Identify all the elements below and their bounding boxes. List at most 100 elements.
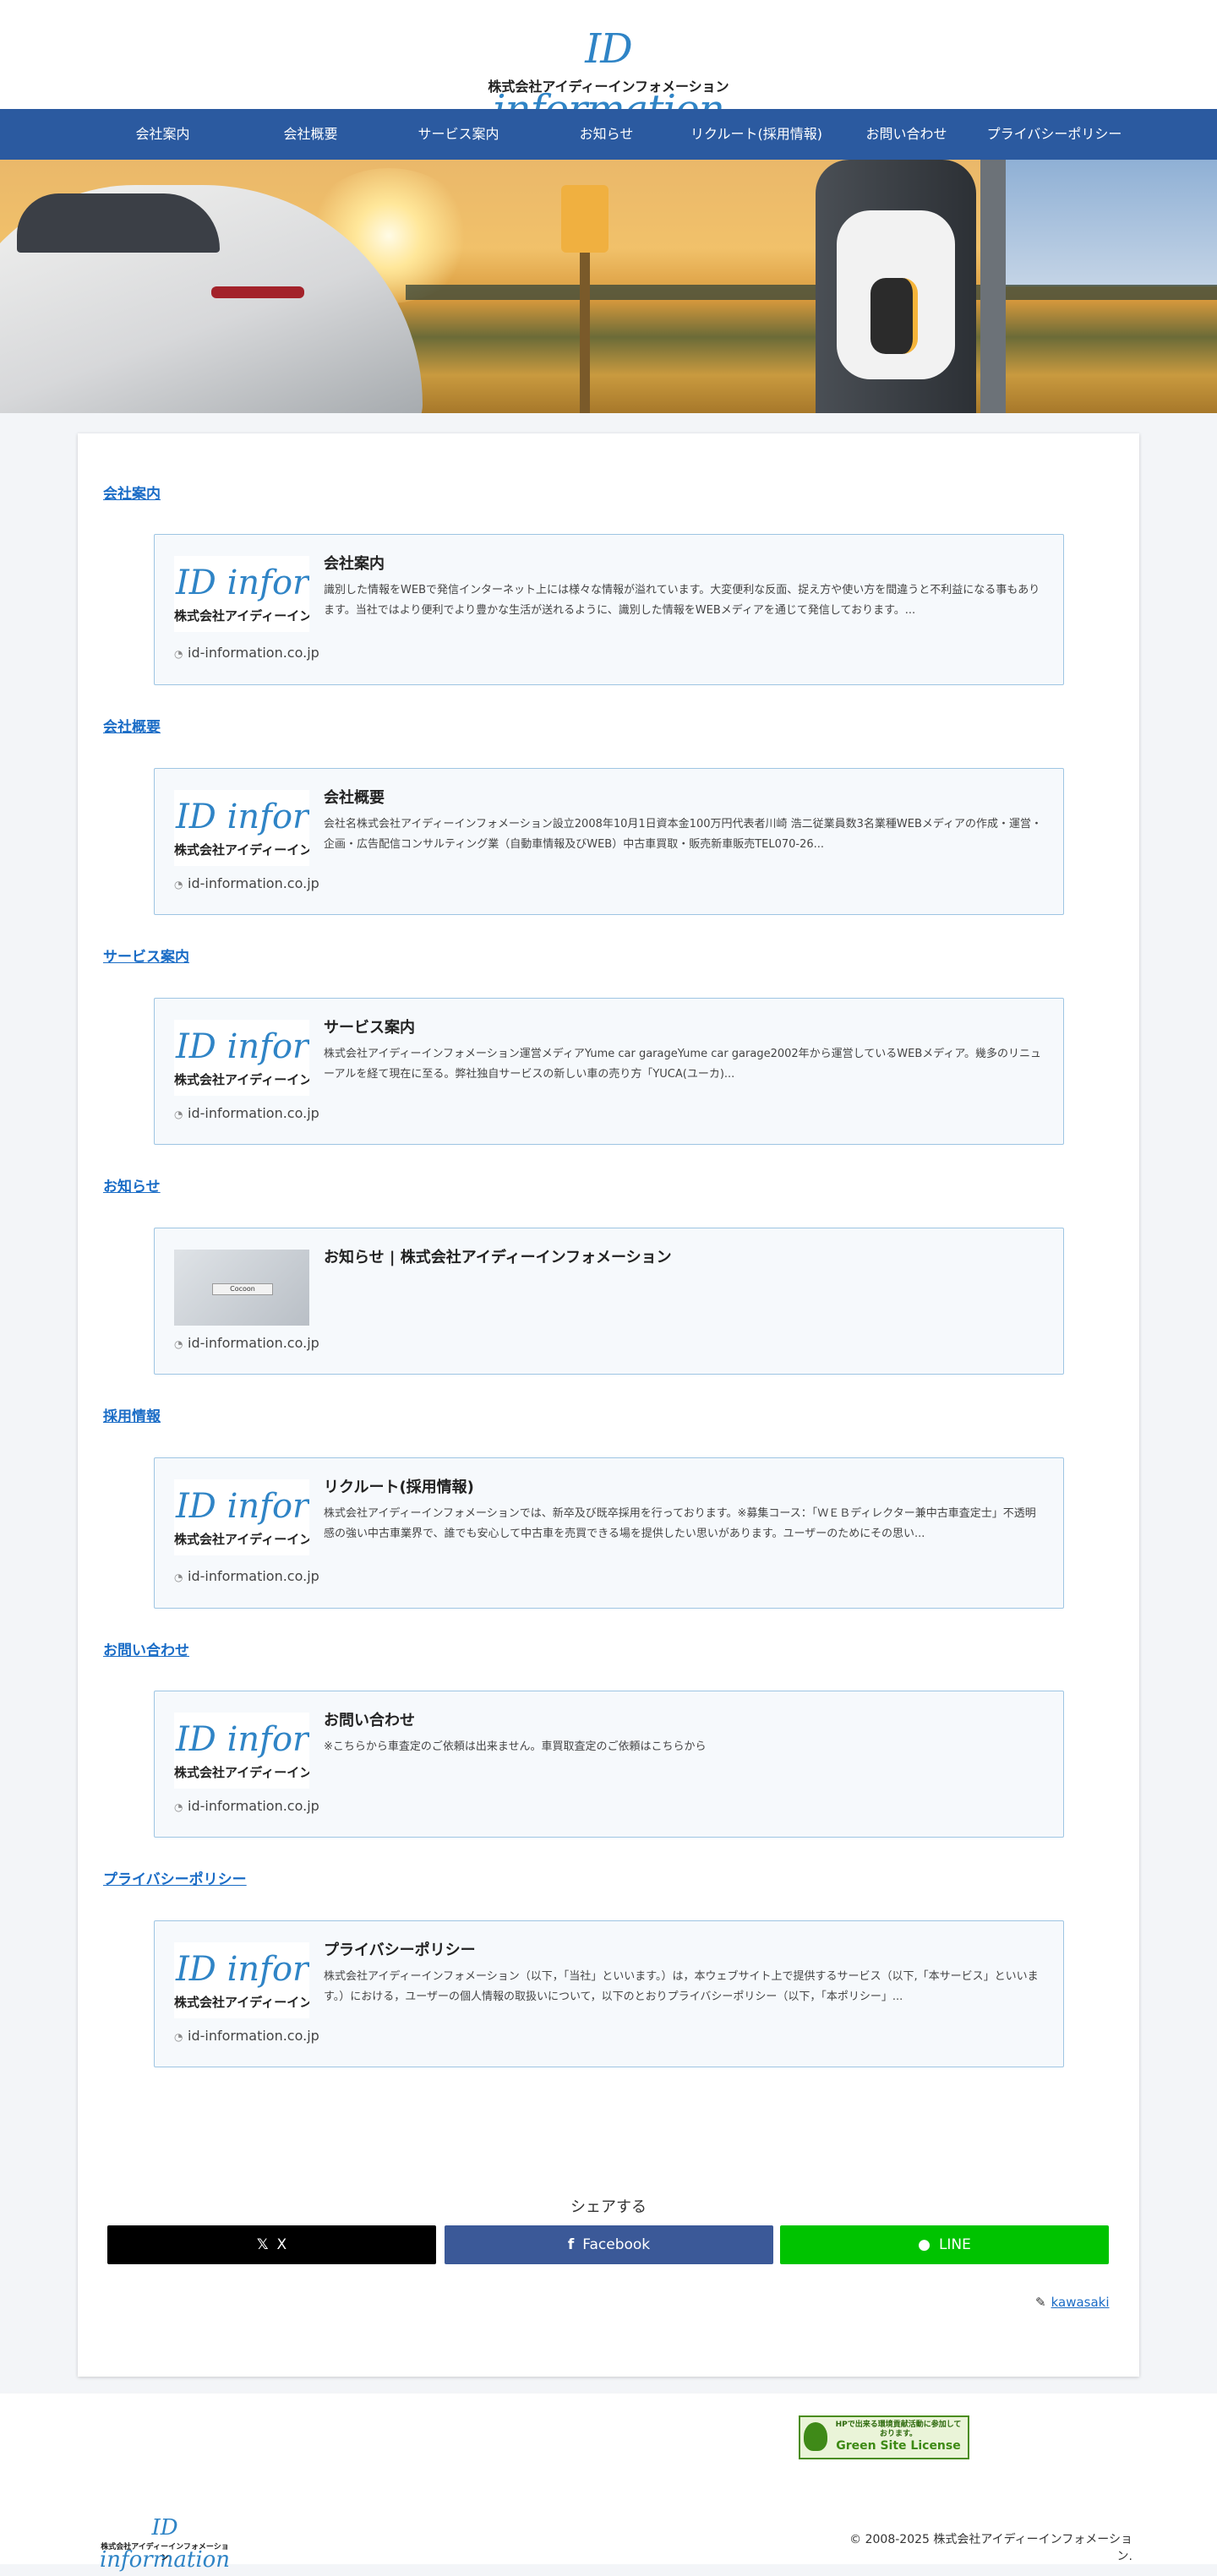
section-heading-company-profile[interactable]: 会社概要 <box>103 715 161 736</box>
blogcard-thumbnail: ID information 株式会社アイディーインフォメーション <box>174 1713 309 1789</box>
logo-script-text: ID information <box>493 25 724 133</box>
thumbnail-logo-sub: 株式会社アイディーインフォメーション <box>174 1995 309 2010</box>
thumbnail-label: Cocoon <box>212 1283 273 1295</box>
hero-ev-plug <box>870 278 918 354</box>
blogcard-company-profile[interactable]: ID information 株式会社アイディーインフォメーション 会社概要 会… <box>154 768 1064 915</box>
favicon-icon: ◔ <box>174 1108 183 1120</box>
favicon-icon: ◔ <box>174 1337 183 1350</box>
share-line-button[interactable]: ● LINE <box>780 2225 1109 2264</box>
thumbnail-logo-sub: 株式会社アイディーインフォメーション <box>174 608 309 624</box>
share-x-button[interactable]: 𝕏X <box>107 2225 436 2264</box>
blogcard-thumbnail: ID information 株式会社アイディーインフォメーション <box>174 1020 309 1096</box>
section-heading-recruit[interactable]: 採用情報 <box>103 1404 161 1425</box>
copyright: © 2008-2025 株式会社アイディーインフォメーション. <box>849 2533 1132 2563</box>
blogcard-excerpt: ※こちらから車査定のご依頼は出来ません。車買取査定のご依頼はこちらから <box>324 1740 707 1753</box>
footer-logo-script: ID information <box>99 2515 231 2573</box>
badge-caption: HPで出来る環境貢献活動に参加しております。 <box>835 2421 962 2438</box>
nav-item-news[interactable]: お知らせ <box>545 109 668 160</box>
blogcard-recruit[interactable]: ID information 株式会社アイディーインフォメーション リクルート(… <box>154 1457 1064 1609</box>
blogcard-excerpt: 会社名株式会社アイディーインフォメーション設立2008年10月1日資本金100万… <box>324 818 1042 851</box>
hero-pole <box>980 160 1006 413</box>
blogcard-domain-text: id-information.co.jp <box>188 1335 319 1351</box>
thumbnail-logo-script: ID information <box>176 564 309 602</box>
share-line-label: LINE <box>938 2236 971 2253</box>
blogcard-excerpt: 株式会社アイディーインフォメーション運営メディアYume car garageY… <box>324 1048 1042 1081</box>
site-header: ID information 株式会社アイディーインフォメーション <box>0 0 1217 133</box>
blogcard-news[interactable]: Cocoon お知らせ | 株式会社アイディーインフォメーション ◔ id-inf… <box>154 1228 1064 1375</box>
section-heading-contact[interactable]: お問い合わせ <box>103 1638 189 1659</box>
blogcard-domain-text: id-information.co.jp <box>188 645 319 661</box>
blogcard-domain-text: id-information.co.jp <box>188 2028 319 2044</box>
blogcard-title: プライバシーポリシー <box>324 1942 476 1959</box>
favicon-icon: ◔ <box>174 2030 183 2043</box>
thumbnail-logo-script: ID information <box>176 798 309 836</box>
thumbnail-logo-sub: 株式会社アイディーインフォメーション <box>174 1072 309 1087</box>
hero-sky <box>1006 160 1217 286</box>
blogcard-title: 会社概要 <box>324 789 385 807</box>
hero-image <box>0 160 1217 413</box>
thumbnail-logo-script: ID information <box>176 1027 309 1066</box>
blogcard-services[interactable]: ID information 株式会社アイディーインフォメーション サービス案内… <box>154 998 1064 1145</box>
nav-item-recruit[interactable]: リクルート(採用情報) <box>676 109 837 160</box>
blogcard-thumbnail: ID information 株式会社アイディーインフォメーション <box>174 1942 309 2018</box>
site-footer: HPで出来る環境貢献活動に参加しております。 Green Site Licens… <box>0 2394 1217 2573</box>
blogcard-domain: ◔ id-information.co.jp <box>174 645 319 661</box>
share-facebook-label: Facebook <box>582 2236 651 2253</box>
blogcard-privacy[interactable]: ID information 株式会社アイディーインフォメーション プライバシー… <box>154 1920 1064 2067</box>
blogcard-company-guide[interactable]: ID information 株式会社アイディーインフォメーション 会社案内 識… <box>154 534 1064 685</box>
author-name: kawasaki <box>1051 2295 1110 2310</box>
hero-car-window <box>17 193 220 253</box>
blogcard-thumbnail: ID information 株式会社アイディーインフォメーション <box>174 556 309 632</box>
thumbnail-logo-script: ID information <box>176 1487 309 1526</box>
blogcard-domain: ◔ id-information.co.jp <box>174 1105 319 1121</box>
blogcard-thumbnail: ID information 株式会社アイディーインフォメーション <box>174 790 309 866</box>
hero-car-taillight <box>211 286 304 298</box>
main-content: 会社案内 ID information 株式会社アイディーインフォメーション 会… <box>78 433 1139 2377</box>
author-link[interactable]: ✎ kawasaki <box>1035 2295 1110 2310</box>
share-x-label: X <box>276 2236 287 2253</box>
nav-item-company-guide[interactable]: 会社案内 <box>101 109 224 160</box>
blogcard-excerpt: 株式会社アイディーインフォメーション（以下，「当社」といいます。）は，本ウェブサ… <box>324 1970 1039 2003</box>
section-heading-company-guide[interactable]: 会社案内 <box>103 482 161 503</box>
blogcard-contact[interactable]: ID information 株式会社アイディーインフォメーション お問い合わせ… <box>154 1691 1064 1838</box>
hero-charging-post <box>561 185 608 253</box>
share-facebook-button[interactable]: f Facebook <box>445 2225 773 2264</box>
nav-item-services[interactable]: サービス案内 <box>397 109 520 160</box>
thumbnail-logo-sub: 株式会社アイディーインフォメーション <box>174 842 309 858</box>
blogcard-excerpt: 識別した情報をWEBで発信インターネット上には様々な情報が溢れています。大変便利… <box>324 584 1040 617</box>
blogcard-title: 会社案内 <box>324 555 385 573</box>
thumbnail-logo-sub: 株式会社アイディーインフォメーション <box>174 1765 309 1780</box>
section-heading-news[interactable]: お知らせ <box>103 1174 161 1195</box>
section-heading-privacy[interactable]: プライバシーポリシー <box>103 1867 247 1888</box>
footer-logo[interactable]: ID information 株式会社アイディーインフォメーション <box>97 2512 232 2573</box>
nav-item-privacy[interactable]: プライバシーポリシー <box>976 109 1132 160</box>
section-heading-services[interactable]: サービス案内 <box>103 945 189 966</box>
footer-logo-sub: 株式会社アイディーインフォメーション <box>101 2543 229 2562</box>
facebook-icon: f <box>567 2236 575 2253</box>
blogcard-excerpt: 株式会社アイディーインフォメーションでは、新卒及び既卒採用を行っております。※募… <box>324 1507 1036 1540</box>
nav-item-contact[interactable]: お問い合わせ <box>845 109 968 160</box>
hero-charging-post-stem <box>580 253 590 413</box>
blogcard-title: リクルート(採用情報) <box>324 1479 474 1496</box>
badge-title: Green Site License <box>836 2439 961 2453</box>
nav-item-company-profile[interactable]: 会社概要 <box>249 109 372 160</box>
blogcard-domain: ◔ id-information.co.jp <box>174 2028 319 2044</box>
favicon-icon: ◔ <box>174 647 183 660</box>
blogcard-domain-text: id-information.co.jp <box>188 1105 319 1121</box>
hero-treeline <box>406 285 1217 300</box>
blogcard-domain: ◔ id-information.co.jp <box>174 1335 319 1351</box>
line-icon: ● <box>918 2236 930 2253</box>
blogcard-domain: ◔ id-information.co.jp <box>174 875 319 891</box>
blogcard-domain: ◔ id-information.co.jp <box>174 1798 319 1814</box>
blogcard-domain-text: id-information.co.jp <box>188 875 319 891</box>
site-logo[interactable]: ID information 株式会社アイディーインフォメーション <box>482 19 735 133</box>
thumbnail-logo-sub: 株式会社アイディーインフォメーション <box>174 1532 309 1547</box>
favicon-icon: ◔ <box>174 1800 183 1813</box>
favicon-icon: ◔ <box>174 1571 183 1583</box>
blogcard-title: お問い合わせ <box>324 1712 415 1729</box>
leaf-icon <box>804 2422 827 2451</box>
logo-company-name: 株式会社アイディーインフォメーション <box>488 79 729 95</box>
green-site-license-badge[interactable]: HPで出来る環境貢献活動に参加しております。 Green Site Licens… <box>799 2415 969 2459</box>
favicon-icon: ◔ <box>174 878 183 890</box>
blogcard-domain-text: id-information.co.jp <box>188 1798 319 1814</box>
